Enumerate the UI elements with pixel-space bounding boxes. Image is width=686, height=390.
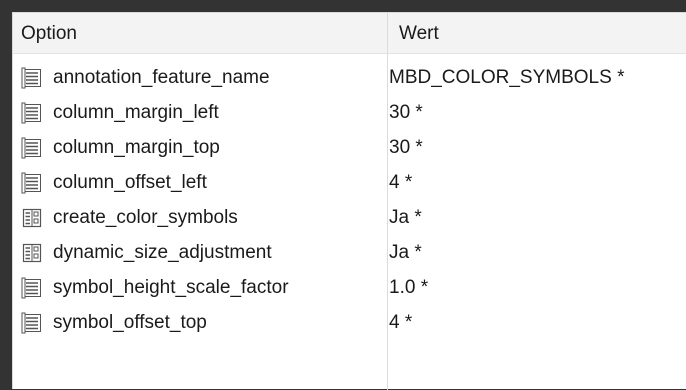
option-value-cell[interactable]: 30 *	[389, 130, 423, 165]
text-list-icon	[21, 312, 41, 333]
column-header-option[interactable]: Option	[21, 13, 77, 53]
option-name: annotation_feature_name	[53, 66, 270, 88]
option-value: 30 *	[389, 136, 423, 158]
table-row[interactable]: symbol_offset_top 4 *	[13, 305, 686, 340]
option-name: symbol_height_scale_factor	[53, 276, 289, 298]
table-row[interactable]: column_offset_left 4 *	[13, 165, 686, 200]
text-list-icon	[21, 172, 41, 193]
option-name: symbol_offset_top	[53, 311, 207, 333]
option-name-cell[interactable]: create_color_symbols	[21, 200, 238, 235]
option-name: create_color_symbols	[53, 206, 238, 228]
option-name: column_margin_top	[53, 136, 220, 158]
option-value: Ja *	[389, 241, 422, 263]
boolean-list-icon	[22, 243, 42, 262]
text-list-icon	[21, 102, 41, 123]
option-value: 30 *	[389, 101, 423, 123]
option-name: column_margin_left	[53, 101, 219, 123]
option-value: 4 *	[389, 171, 413, 193]
option-name-cell[interactable]: column_margin_top	[21, 130, 220, 165]
text-list-icon	[21, 137, 41, 158]
text-list-icon	[21, 67, 41, 88]
option-value-cell[interactable]: 1.0 *	[389, 270, 428, 305]
option-value-cell[interactable]: 4 *	[389, 305, 412, 340]
option-name: dynamic_size_adjustment	[53, 241, 272, 263]
option-value: 4 *	[389, 311, 413, 333]
option-value: Ja *	[389, 206, 422, 228]
text-list-icon	[21, 277, 41, 298]
option-value: MBD_COLOR_SYMBOLS *	[389, 66, 625, 88]
option-name-cell[interactable]: column_offset_left	[21, 165, 207, 200]
table-row[interactable]: create_color_symbols Ja *	[13, 200, 686, 235]
option-name-cell[interactable]: dynamic_size_adjustment	[21, 235, 272, 270]
option-value-cell[interactable]: Ja *	[389, 235, 422, 270]
table-row[interactable]: column_margin_left 30 *	[13, 95, 686, 130]
option-value-cell[interactable]: 30 *	[389, 95, 423, 130]
table-body: annotation_feature_name MBD_COLOR_SYMBOL…	[13, 60, 686, 340]
table-row[interactable]: dynamic_size_adjustment Ja *	[13, 235, 686, 270]
options-table: Option Wert annotation_feature_name MBD_…	[12, 12, 686, 390]
option-name-cell[interactable]: symbol_height_scale_factor	[21, 270, 289, 305]
option-name: column_offset_left	[53, 171, 207, 193]
boolean-list-icon	[22, 208, 42, 227]
option-name-cell[interactable]: column_margin_left	[21, 95, 219, 130]
option-name-cell[interactable]: symbol_offset_top	[21, 305, 207, 340]
table-row[interactable]: symbol_height_scale_factor 1.0 *	[13, 270, 686, 305]
table-header: Option Wert	[13, 13, 686, 54]
option-value-cell[interactable]: Ja *	[389, 200, 422, 235]
table-row[interactable]: column_margin_top 30 *	[13, 130, 686, 165]
option-value-cell[interactable]: 4 *	[389, 165, 412, 200]
column-header-value[interactable]: Wert	[399, 13, 439, 53]
option-name-cell[interactable]: annotation_feature_name	[21, 60, 270, 95]
option-value-cell[interactable]: MBD_COLOR_SYMBOLS *	[389, 60, 624, 95]
option-value: 1.0 *	[389, 276, 429, 298]
table-row[interactable]: annotation_feature_name MBD_COLOR_SYMBOL…	[13, 60, 686, 95]
